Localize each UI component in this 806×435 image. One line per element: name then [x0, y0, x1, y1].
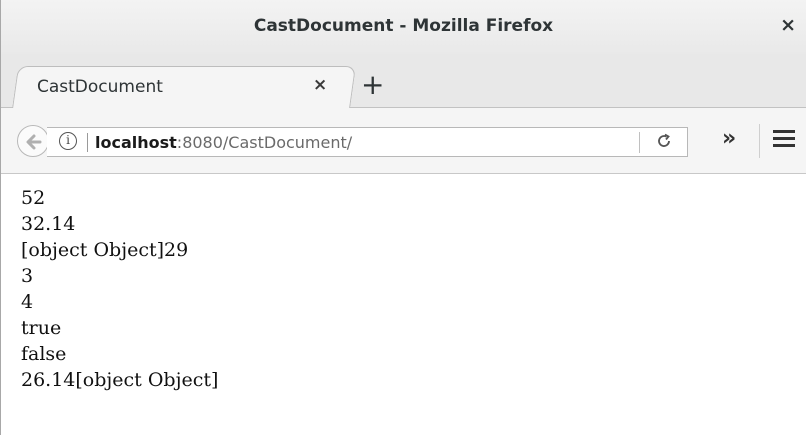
browser-window: CastDocument - Mozilla Firefox × CastDoc…	[0, 0, 806, 435]
output-line: true	[21, 317, 62, 339]
reload-separator	[639, 132, 640, 153]
back-button[interactable]	[17, 125, 49, 157]
output-line: 52	[21, 187, 46, 209]
url-path: :8080/CastDocument/	[176, 133, 353, 152]
tab-label[interactable]: CastDocument	[37, 77, 163, 97]
output-line: 3	[21, 265, 34, 287]
output-line: 26.14[object Object]	[21, 369, 219, 391]
toolbar-separator	[759, 124, 760, 158]
tab-close-icon[interactable]: ×	[313, 75, 327, 95]
output-line: false	[21, 343, 67, 365]
info-icon[interactable]: i	[59, 132, 77, 150]
overflow-chevron-icon[interactable]: »	[722, 126, 736, 151]
hamburger-menu-icon[interactable]	[773, 130, 795, 148]
url-text[interactable]: localhost:8080/CastDocument/	[95, 133, 352, 152]
url-bar[interactable]: i localhost:8080/CastDocument/	[47, 127, 688, 157]
tab-strip: CastDocument × +	[1, 54, 806, 109]
url-host: localhost	[95, 133, 177, 152]
window-close-button[interactable]: ×	[780, 14, 796, 36]
page-content: 52 32.14 [object Object]29 3 4 true fals…	[1, 174, 806, 435]
window-title: CastDocument - Mozilla Firefox	[253, 16, 554, 36]
navigation-bar: i localhost:8080/CastDocument/ »	[1, 108, 806, 174]
reload-icon[interactable]	[655, 132, 673, 155]
output-line: [object Object]29	[21, 239, 189, 261]
output-line: 4	[21, 291, 34, 313]
output-line: 32.14	[21, 213, 76, 235]
new-tab-button[interactable]: +	[361, 68, 384, 101]
url-separator	[87, 133, 88, 152]
title-bar: CastDocument - Mozilla Firefox ×	[1, 0, 806, 54]
back-arrow-icon	[26, 134, 42, 150]
